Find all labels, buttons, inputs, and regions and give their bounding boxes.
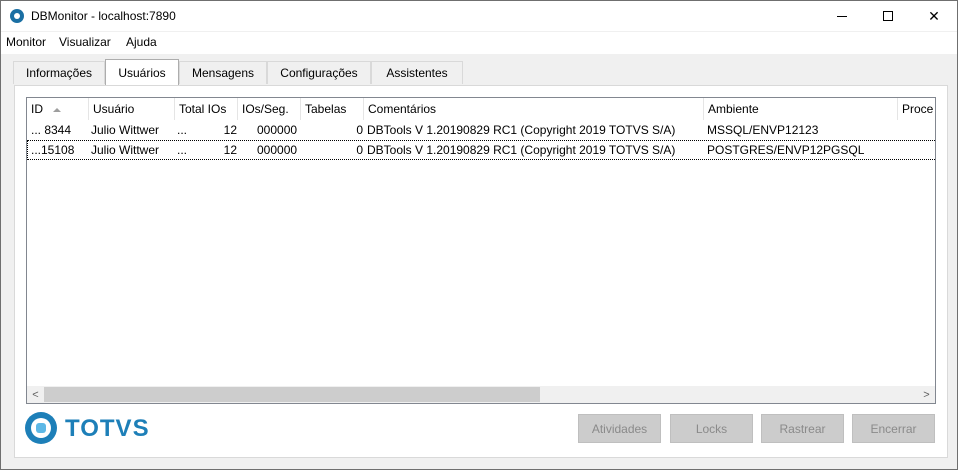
column-label: Tabelas [305,102,347,116]
button-label: Locks [695,421,728,436]
tab-usuarios[interactable]: Usuários [105,59,179,85]
cell-ios-seg: 000000 [257,143,298,157]
column-header-comentarios[interactable]: Comentários [364,98,704,120]
logo-text: TOTVS [65,415,150,442]
column-label: IOs/Seg. [242,102,289,116]
cell-usuario: Julio Wittwer [91,123,160,137]
scrollbar-thumb[interactable] [44,387,540,402]
atividades-button[interactable]: Atividades [578,414,661,443]
locks-button[interactable]: Locks [670,414,753,443]
tab-label: Informações [25,66,93,80]
menu-visualizar[interactable]: Visualizar [59,35,111,49]
column-label: ID [31,102,43,116]
minimize-button[interactable] [819,1,865,31]
column-label: Total IOs [179,102,227,116]
tab-informacoes[interactable]: Informações [13,61,105,84]
users-list[interactable]: ID Usuário Total IOs IOs/Seg. Tabelas Co… [26,97,936,404]
column-header-ambiente[interactable]: Ambiente [704,98,898,120]
column-label: Ambiente [708,102,759,116]
totvs-logo-icon [25,412,57,444]
cell-comentarios: DBTools V 1.20190829 RC1 (Copyright 2019… [367,143,676,157]
column-label: Proce [902,102,934,116]
cell-comentarios: DBTools V 1.20190829 RC1 (Copyright 2019… [367,123,676,137]
button-label: Rastrear [779,421,826,436]
tab-label: Mensagens [191,66,255,80]
rastrear-button[interactable]: Rastrear [761,414,844,443]
tab-label: Usuários [118,65,166,80]
app-window: DBMonitor - localhost:7890 ✕ Monitor Vis… [0,0,958,470]
cell-id: ... 8344 [31,123,72,137]
list-header: ID Usuário Total IOs IOs/Seg. Tabelas Co… [27,98,935,120]
button-label: Atividades [591,421,648,436]
column-label: Usuário [93,102,135,116]
close-icon: ✕ [928,7,940,24]
column-header-ios-seg[interactable]: IOs/Seg. [238,98,301,120]
minimize-icon [837,15,847,17]
tab-label: Configurações [280,66,358,80]
users-tab-panel: ID Usuário Total IOs IOs/Seg. Tabelas Co… [14,85,948,458]
column-header-id[interactable]: ID [27,98,89,120]
column-header-total-ios[interactable]: Total IOs [175,98,238,120]
maximize-button[interactable] [865,1,911,31]
menu-bar: Monitor Visualizar Ajuda [1,32,957,54]
cell-total-ios-value: 12 [223,123,237,137]
table-row[interactable]: ... 8344 Julio Wittwer ... 12 000000 0 D… [27,120,935,140]
scroll-right-icon[interactable]: > [918,386,935,403]
column-header-tabelas[interactable]: Tabelas [301,98,364,120]
column-header-processo[interactable]: Proce [898,98,935,120]
column-header-usuario[interactable]: Usuário [89,98,175,120]
tab-configuracoes[interactable]: Configurações [267,61,371,84]
cell-ambiente: MSSQL/ENVP12123 [707,123,819,137]
menu-monitor[interactable]: Monitor [6,35,46,49]
button-label: Encerrar [870,421,917,436]
cell-total-ios: ... [177,123,188,137]
column-label: Comentários [368,102,437,116]
horizontal-scrollbar[interactable]: < > [27,386,935,403]
tab-mensagens[interactable]: Mensagens [179,61,267,84]
cell-ios-seg: 000000 [257,123,298,137]
cell-id: ...15108 [31,143,75,157]
tab-label: Assistentes [386,66,448,80]
scroll-left-icon[interactable]: < [27,386,44,403]
cell-total-ios: ... [177,143,188,157]
title-bar[interactable]: DBMonitor - localhost:7890 ✕ [1,1,957,31]
cell-tabelas: 0 [356,143,363,157]
cell-usuario: Julio Wittwer [91,143,160,157]
totvs-logo: TOTVS [25,412,165,446]
cell-ambiente: POSTGRES/ENVP12PGSQL [707,143,865,157]
menu-ajuda[interactable]: Ajuda [126,35,157,49]
encerrar-button[interactable]: Encerrar [852,414,935,443]
cell-tabelas: 0 [356,123,363,137]
tab-assistentes[interactable]: Assistentes [371,61,463,84]
dbmonitor-app-icon [10,9,24,23]
cell-total-ios-value: 12 [223,143,237,157]
sort-ascending-icon [53,107,61,112]
window-title: DBMonitor - localhost:7890 [31,9,176,23]
table-row[interactable]: ...15108 Julio Wittwer ... 12 000000 0 D… [27,140,935,160]
maximize-icon [883,11,893,21]
close-button[interactable]: ✕ [911,1,957,31]
